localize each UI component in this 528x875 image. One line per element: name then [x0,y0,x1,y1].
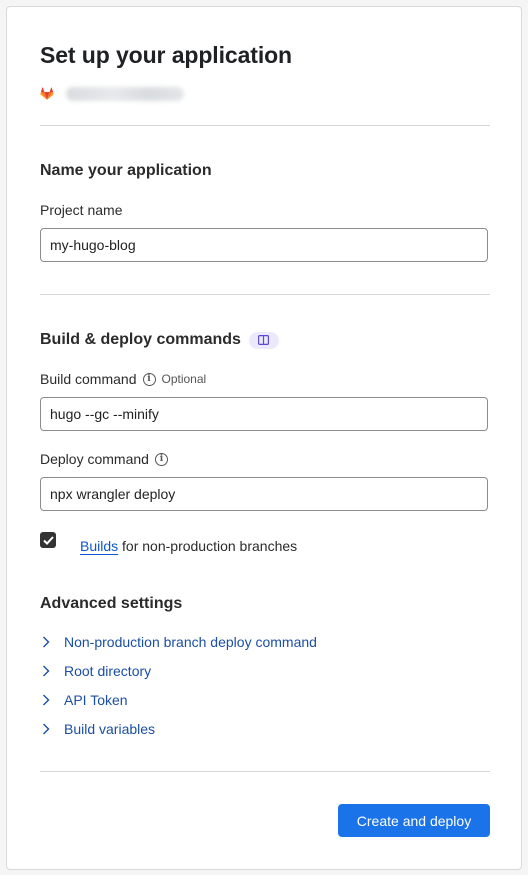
divider [40,771,490,772]
info-icon[interactable]: i [142,372,156,386]
gitlab-icon [40,87,54,100]
divider [40,294,490,295]
docs-link-badge[interactable] [248,331,279,349]
build-section-title: Build & deploy commands [40,331,241,348]
project-name-input[interactable] [40,228,488,262]
builds-link[interactable]: Builds [80,538,118,554]
book-icon [258,335,270,345]
chevron-right-icon [43,723,50,735]
deploy-command-input[interactable] [40,477,488,511]
build-command-input[interactable] [40,397,488,431]
optional-tag: Optional [161,372,207,386]
checkbox-label: Builds for non-production branches [80,538,297,554]
advanced-item-label: Root directory [64,663,152,679]
advanced-item-api-token[interactable]: API Token [42,692,128,708]
chevron-right-icon [43,694,50,706]
advanced-item-non-production-deploy[interactable]: Non-production branch deploy command [42,634,317,650]
checkbox-label-text: for non-production branches [118,538,298,554]
divider [40,125,490,126]
repo-indicator [40,87,184,101]
build-section-heading: Build & deploy commands [40,331,279,349]
checkmark-icon [42,535,54,545]
chevron-right-icon [43,665,50,677]
build-command-label-row: Build command i Optional [40,371,206,387]
advanced-item-label: API Token [64,692,128,708]
advanced-settings-heading: Advanced settings [40,595,183,612]
advanced-item-label: Build variables [64,721,156,737]
advanced-item-root-directory[interactable]: Root directory [42,663,151,679]
page-title: Set up your application [40,42,293,68]
non-production-builds-checkbox[interactable] [40,532,56,548]
advanced-item-label: Non-production branch deploy command [64,634,317,650]
deploy-command-label-row: Deploy command i [40,451,168,467]
chevron-right-icon [43,636,50,648]
build-command-label: Build command [40,371,137,387]
create-and-deploy-button[interactable]: Create and deploy [338,804,490,837]
repo-name-blurred [66,87,184,101]
info-icon[interactable]: i [154,452,168,466]
project-name-label: Project name [40,202,123,218]
setup-card: Set up your application Name your applic… [6,6,522,870]
deploy-command-label: Deploy command [40,451,149,467]
advanced-item-build-variables[interactable]: Build variables [42,721,155,737]
name-section-heading: Name your application [40,162,212,179]
